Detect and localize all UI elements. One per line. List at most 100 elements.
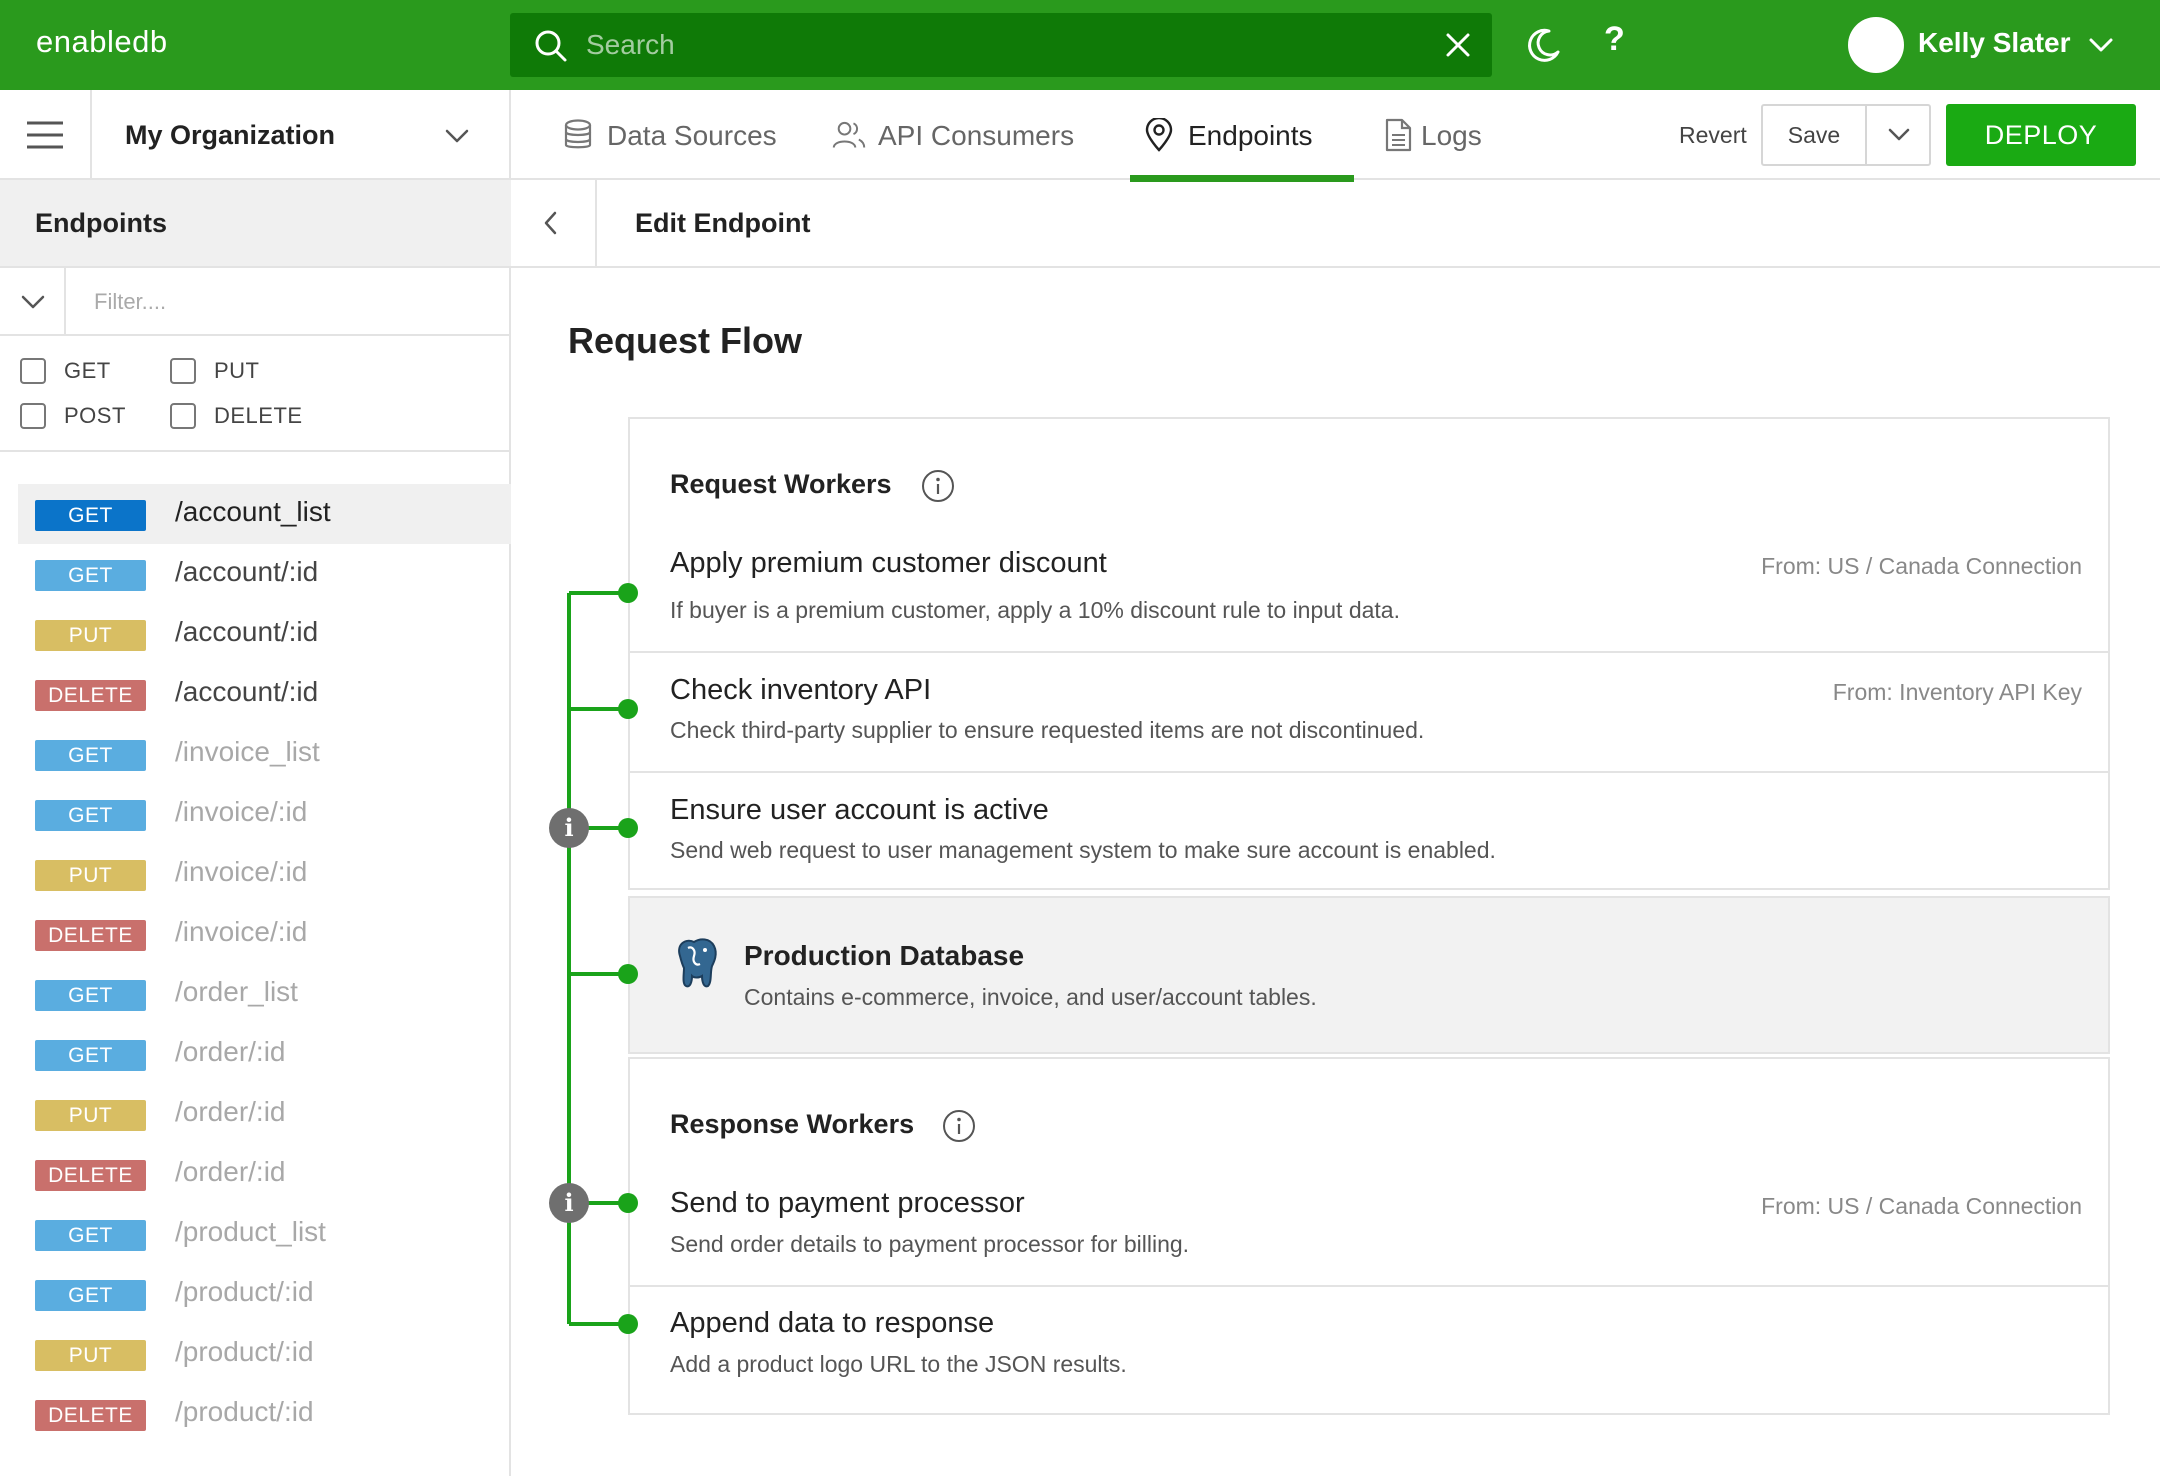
checkbox-box[interactable] bbox=[20, 358, 46, 384]
worker-title: Check inventory API bbox=[670, 674, 932, 706]
hamburger-menu-icon[interactable] bbox=[26, 120, 64, 150]
worker-source: From: US / Canada Connection bbox=[1761, 553, 2082, 579]
endpoint-item[interactable]: PUT/order/:id bbox=[18, 1084, 511, 1144]
checkbox-post[interactable]: POST bbox=[20, 403, 126, 429]
endpoint-path: /order/:id bbox=[175, 1096, 286, 1127]
worker-description: Check third-party supplier to ensure req… bbox=[670, 717, 1425, 743]
endpoint-item[interactable]: GET/invoice_list bbox=[18, 724, 511, 784]
method-badge: PUT bbox=[35, 860, 146, 891]
checkbox-box[interactable] bbox=[170, 358, 196, 384]
endpoint-item[interactable]: GET/invoice/:id bbox=[18, 784, 511, 844]
endpoint-path: /invoice/:id bbox=[175, 916, 308, 947]
chevron-down-icon bbox=[1888, 128, 1910, 141]
filter-input[interactable] bbox=[94, 282, 474, 322]
save-options-button[interactable] bbox=[1867, 106, 1931, 164]
info-icon[interactable]: i bbox=[549, 1183, 589, 1223]
checkbox-box[interactable] bbox=[20, 403, 46, 429]
endpoint-item[interactable]: GET/order/:id bbox=[18, 1024, 511, 1084]
endpoint-item[interactable]: PUT/product/:id bbox=[18, 1324, 511, 1384]
chevron-left-icon bbox=[544, 211, 557, 235]
endpoint-path: /product/:id bbox=[175, 1336, 314, 1367]
save-button[interactable]: Save bbox=[1763, 106, 1865, 164]
endpoint-item[interactable]: GET/product/:id bbox=[18, 1264, 511, 1324]
chevron-down-icon[interactable] bbox=[20, 292, 46, 312]
close-icon[interactable] bbox=[1442, 29, 1474, 61]
chevron-down-icon[interactable] bbox=[444, 126, 470, 146]
endpoint-path: /account/:id bbox=[175, 616, 319, 647]
worker-title: Apply premium customer discount bbox=[670, 547, 1107, 579]
left-sidebar: My Organization Endpoints GET PUT POST D… bbox=[0, 90, 511, 1476]
search-input[interactable] bbox=[586, 23, 1406, 67]
section-heading: Request Flow bbox=[568, 320, 803, 361]
method-badge: GET bbox=[35, 1040, 146, 1071]
filter-bar bbox=[0, 268, 511, 336]
endpoint-item[interactable]: PUT/invoice/:id bbox=[18, 844, 511, 904]
database-card[interactable]: Production Database Contains e-commerce,… bbox=[628, 896, 2110, 1054]
page-title: Edit Endpoint bbox=[635, 208, 811, 238]
endpoint-path: /account_list bbox=[175, 496, 331, 527]
endpoint-path: /invoice_list bbox=[175, 736, 320, 767]
database-icon bbox=[564, 119, 592, 149]
top-nav: Data Sources API Consumers Endpoints Log… bbox=[511, 90, 2160, 182]
endpoint-path: /order/:id bbox=[175, 1036, 286, 1067]
flow-node bbox=[618, 699, 638, 719]
endpoint-item[interactable]: DELETE/account/:id bbox=[18, 664, 511, 724]
worker-title: Ensure user account is active bbox=[670, 794, 1049, 826]
endpoint-item[interactable]: DELETE/invoice/:id bbox=[18, 904, 511, 964]
avatar[interactable] bbox=[1848, 17, 1904, 73]
tab-logs[interactable]: Logs bbox=[1377, 90, 1507, 180]
endpoint-path: /product_list bbox=[175, 1216, 326, 1247]
postgresql-elephant-icon bbox=[678, 938, 717, 988]
chevron-down-icon[interactable] bbox=[2088, 34, 2114, 56]
tab-api-consumers[interactable]: API Consumers bbox=[826, 90, 1106, 180]
deploy-button[interactable]: DEPLOY bbox=[1946, 104, 2136, 166]
org-selector[interactable]: My Organization bbox=[125, 120, 335, 151]
checkbox-get[interactable]: GET bbox=[20, 358, 111, 384]
help-icon[interactable]: ? bbox=[1604, 20, 1625, 59]
endpoint-item[interactable]: GET/account_list bbox=[18, 484, 511, 544]
info-icon[interactable]: i bbox=[549, 808, 589, 848]
worker-source: From: Inventory API Key bbox=[1832, 679, 2082, 705]
worker-title: Send to payment processor bbox=[670, 1187, 1025, 1219]
info-icon[interactable] bbox=[921, 469, 955, 503]
method-badge: PUT bbox=[35, 1340, 146, 1371]
tab-data-sources[interactable]: Data Sources bbox=[551, 90, 791, 180]
method-badge: GET bbox=[35, 1280, 146, 1311]
endpoint-item[interactable]: DELETE/order/:id bbox=[18, 1144, 511, 1204]
response-workers-card: Response Workers Send to payment process… bbox=[628, 1057, 2110, 1415]
method-badge: DELETE bbox=[35, 680, 146, 711]
back-button[interactable] bbox=[511, 180, 597, 266]
endpoint-item[interactable]: PUT/account/:id bbox=[18, 604, 511, 664]
info-icon[interactable] bbox=[942, 1109, 976, 1143]
checkbox-put[interactable]: PUT bbox=[170, 358, 260, 384]
method-badge: PUT bbox=[35, 1100, 146, 1131]
revert-button[interactable]: Revert bbox=[1679, 122, 1747, 149]
endpoint-item[interactable]: GET/order_list bbox=[18, 964, 511, 1024]
brand-logo[interactable]: enabledb bbox=[36, 24, 168, 60]
flow-node bbox=[618, 1314, 638, 1334]
endpoint-item[interactable]: DELETE/product/:id bbox=[18, 1384, 511, 1444]
method-badge: PUT bbox=[35, 620, 146, 651]
method-badge: DELETE bbox=[35, 1160, 146, 1191]
worker-description: Send web request to user management syst… bbox=[670, 837, 1496, 863]
request-workers-title: Request Workers bbox=[670, 469, 892, 499]
tab-endpoints[interactable]: Endpoints bbox=[1130, 90, 1354, 182]
method-badge: GET bbox=[35, 800, 146, 831]
checkbox-box[interactable] bbox=[170, 403, 196, 429]
users-icon bbox=[832, 121, 866, 148]
location-pin-icon bbox=[1145, 118, 1173, 152]
endpoint-path: /invoice/:id bbox=[175, 856, 308, 887]
sidebar-title: Endpoints bbox=[35, 208, 167, 238]
worker-description: If buyer is a premium customer, apply a … bbox=[670, 597, 1400, 623]
worker-title: Append data to response bbox=[670, 1307, 995, 1339]
endpoint-item[interactable]: GET/product_list bbox=[18, 1204, 511, 1264]
endpoint-path: /order_list bbox=[175, 976, 298, 1007]
moon-icon[interactable] bbox=[1525, 26, 1563, 64]
user-name[interactable]: Kelly Slater bbox=[1918, 27, 2071, 59]
search-icon bbox=[535, 30, 567, 62]
endpoint-path: /account/:id bbox=[175, 676, 319, 707]
endpoint-path: /product/:id bbox=[175, 1396, 314, 1427]
checkbox-delete[interactable]: DELETE bbox=[170, 403, 303, 429]
method-badge: GET bbox=[35, 980, 146, 1011]
endpoint-item[interactable]: GET/account/:id bbox=[18, 544, 511, 604]
